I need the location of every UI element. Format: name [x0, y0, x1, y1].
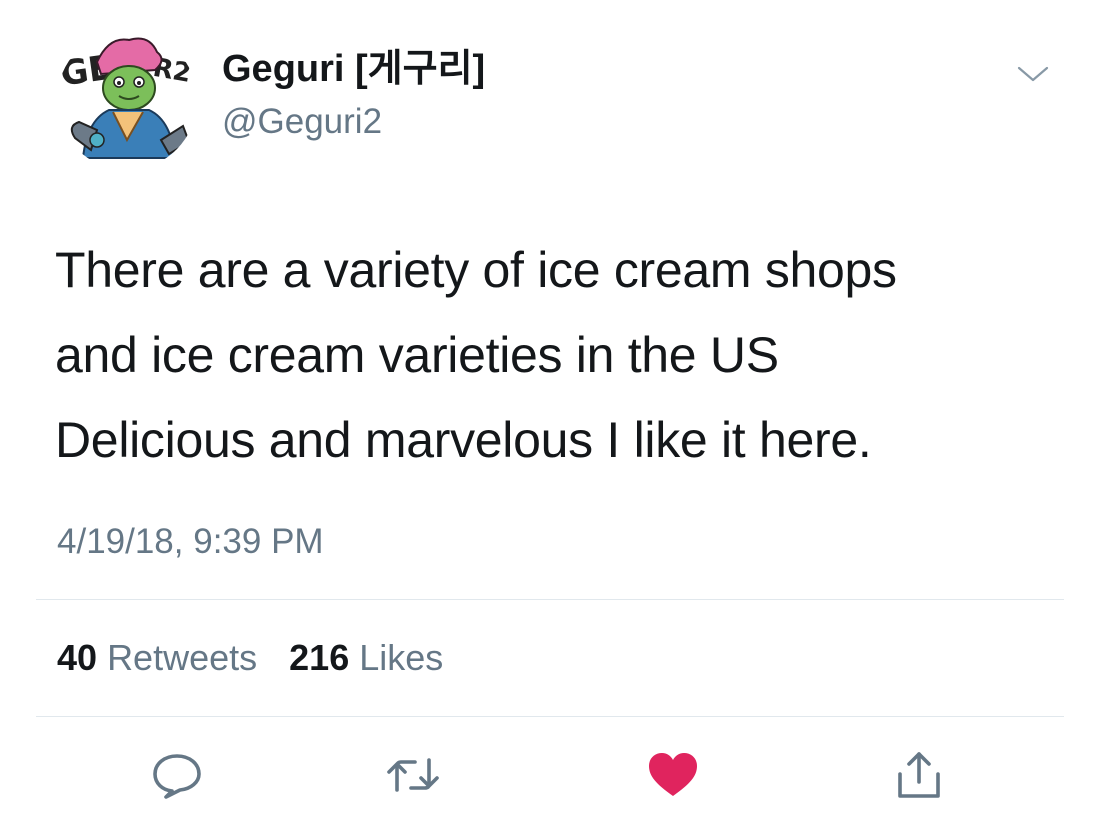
- tweet-stats: 40 Retweets 216 Likes: [57, 640, 465, 676]
- display-name[interactable]: Geguri [게구리]: [222, 50, 485, 88]
- tweet-text: There are a variety of ice cream shops a…: [55, 242, 897, 468]
- divider: [36, 716, 1064, 717]
- retweet-icon: [383, 750, 443, 800]
- avatar[interactable]: GE R2: [57, 30, 197, 170]
- reply-icon: [150, 750, 204, 800]
- retweets-stat[interactable]: 40 Retweets: [57, 640, 257, 676]
- share-icon: [892, 748, 946, 802]
- likes-label: Likes: [359, 637, 444, 678]
- retweets-label: Retweets: [107, 637, 258, 678]
- reply-button[interactable]: [150, 750, 204, 800]
- tweet-timestamp: 4/19/18, 9:39 PM: [57, 522, 324, 561]
- likes-stat[interactable]: 216 Likes: [289, 640, 443, 676]
- divider: [36, 599, 1064, 600]
- like-button[interactable]: [646, 750, 700, 800]
- chevron-down-icon[interactable]: [1011, 58, 1055, 88]
- heart-icon: [646, 750, 700, 800]
- avatar-illustration: GE R2: [57, 30, 197, 170]
- retweet-button[interactable]: [386, 750, 440, 800]
- retweets-count: 40: [57, 637, 98, 678]
- user-handle[interactable]: @Geguri2: [222, 104, 382, 139]
- share-button[interactable]: [892, 750, 946, 800]
- likes-count: 216: [289, 637, 350, 678]
